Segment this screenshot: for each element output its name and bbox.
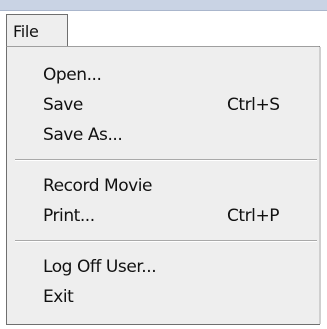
menu-item-save[interactable]: Save Ctrl+S: [7, 92, 319, 118]
menu-item-label: Exit: [43, 287, 74, 307]
menu-item-shortcut: Ctrl+P: [227, 206, 280, 226]
menu-item-open[interactable]: Open...: [7, 62, 319, 88]
window-top-bar: [0, 0, 327, 11]
application-frame: File Open... Save Ctrl+S Save As... Reco…: [0, 0, 327, 329]
menu-separator: [15, 159, 317, 161]
file-dropdown-menu: Open... Save Ctrl+S Save As... Record Mo…: [6, 46, 321, 325]
menu-shadow: [319, 47, 321, 324]
menu-item-print[interactable]: Print... Ctrl+P: [7, 203, 319, 229]
menu-item-label: Record Movie: [43, 176, 153, 196]
file-menu-label: File: [13, 22, 39, 41]
menu-item-log-off-user[interactable]: Log Off User...: [7, 254, 319, 280]
menu-item-label: Open...: [43, 65, 102, 85]
menu-item-exit[interactable]: Exit: [7, 284, 319, 310]
menu-item-label: Save: [43, 95, 83, 115]
menu-item-save-as[interactable]: Save As...: [7, 122, 319, 148]
menu-item-record-movie[interactable]: Record Movie: [7, 173, 319, 199]
menu-item-label: Log Off User...: [43, 257, 157, 277]
menu-separator: [15, 240, 317, 242]
menu-item-label: Save As...: [43, 125, 123, 145]
menu-item-label: Print...: [43, 206, 95, 226]
menu-item-shortcut: Ctrl+S: [227, 95, 280, 115]
file-menu-tab[interactable]: File: [6, 14, 68, 47]
